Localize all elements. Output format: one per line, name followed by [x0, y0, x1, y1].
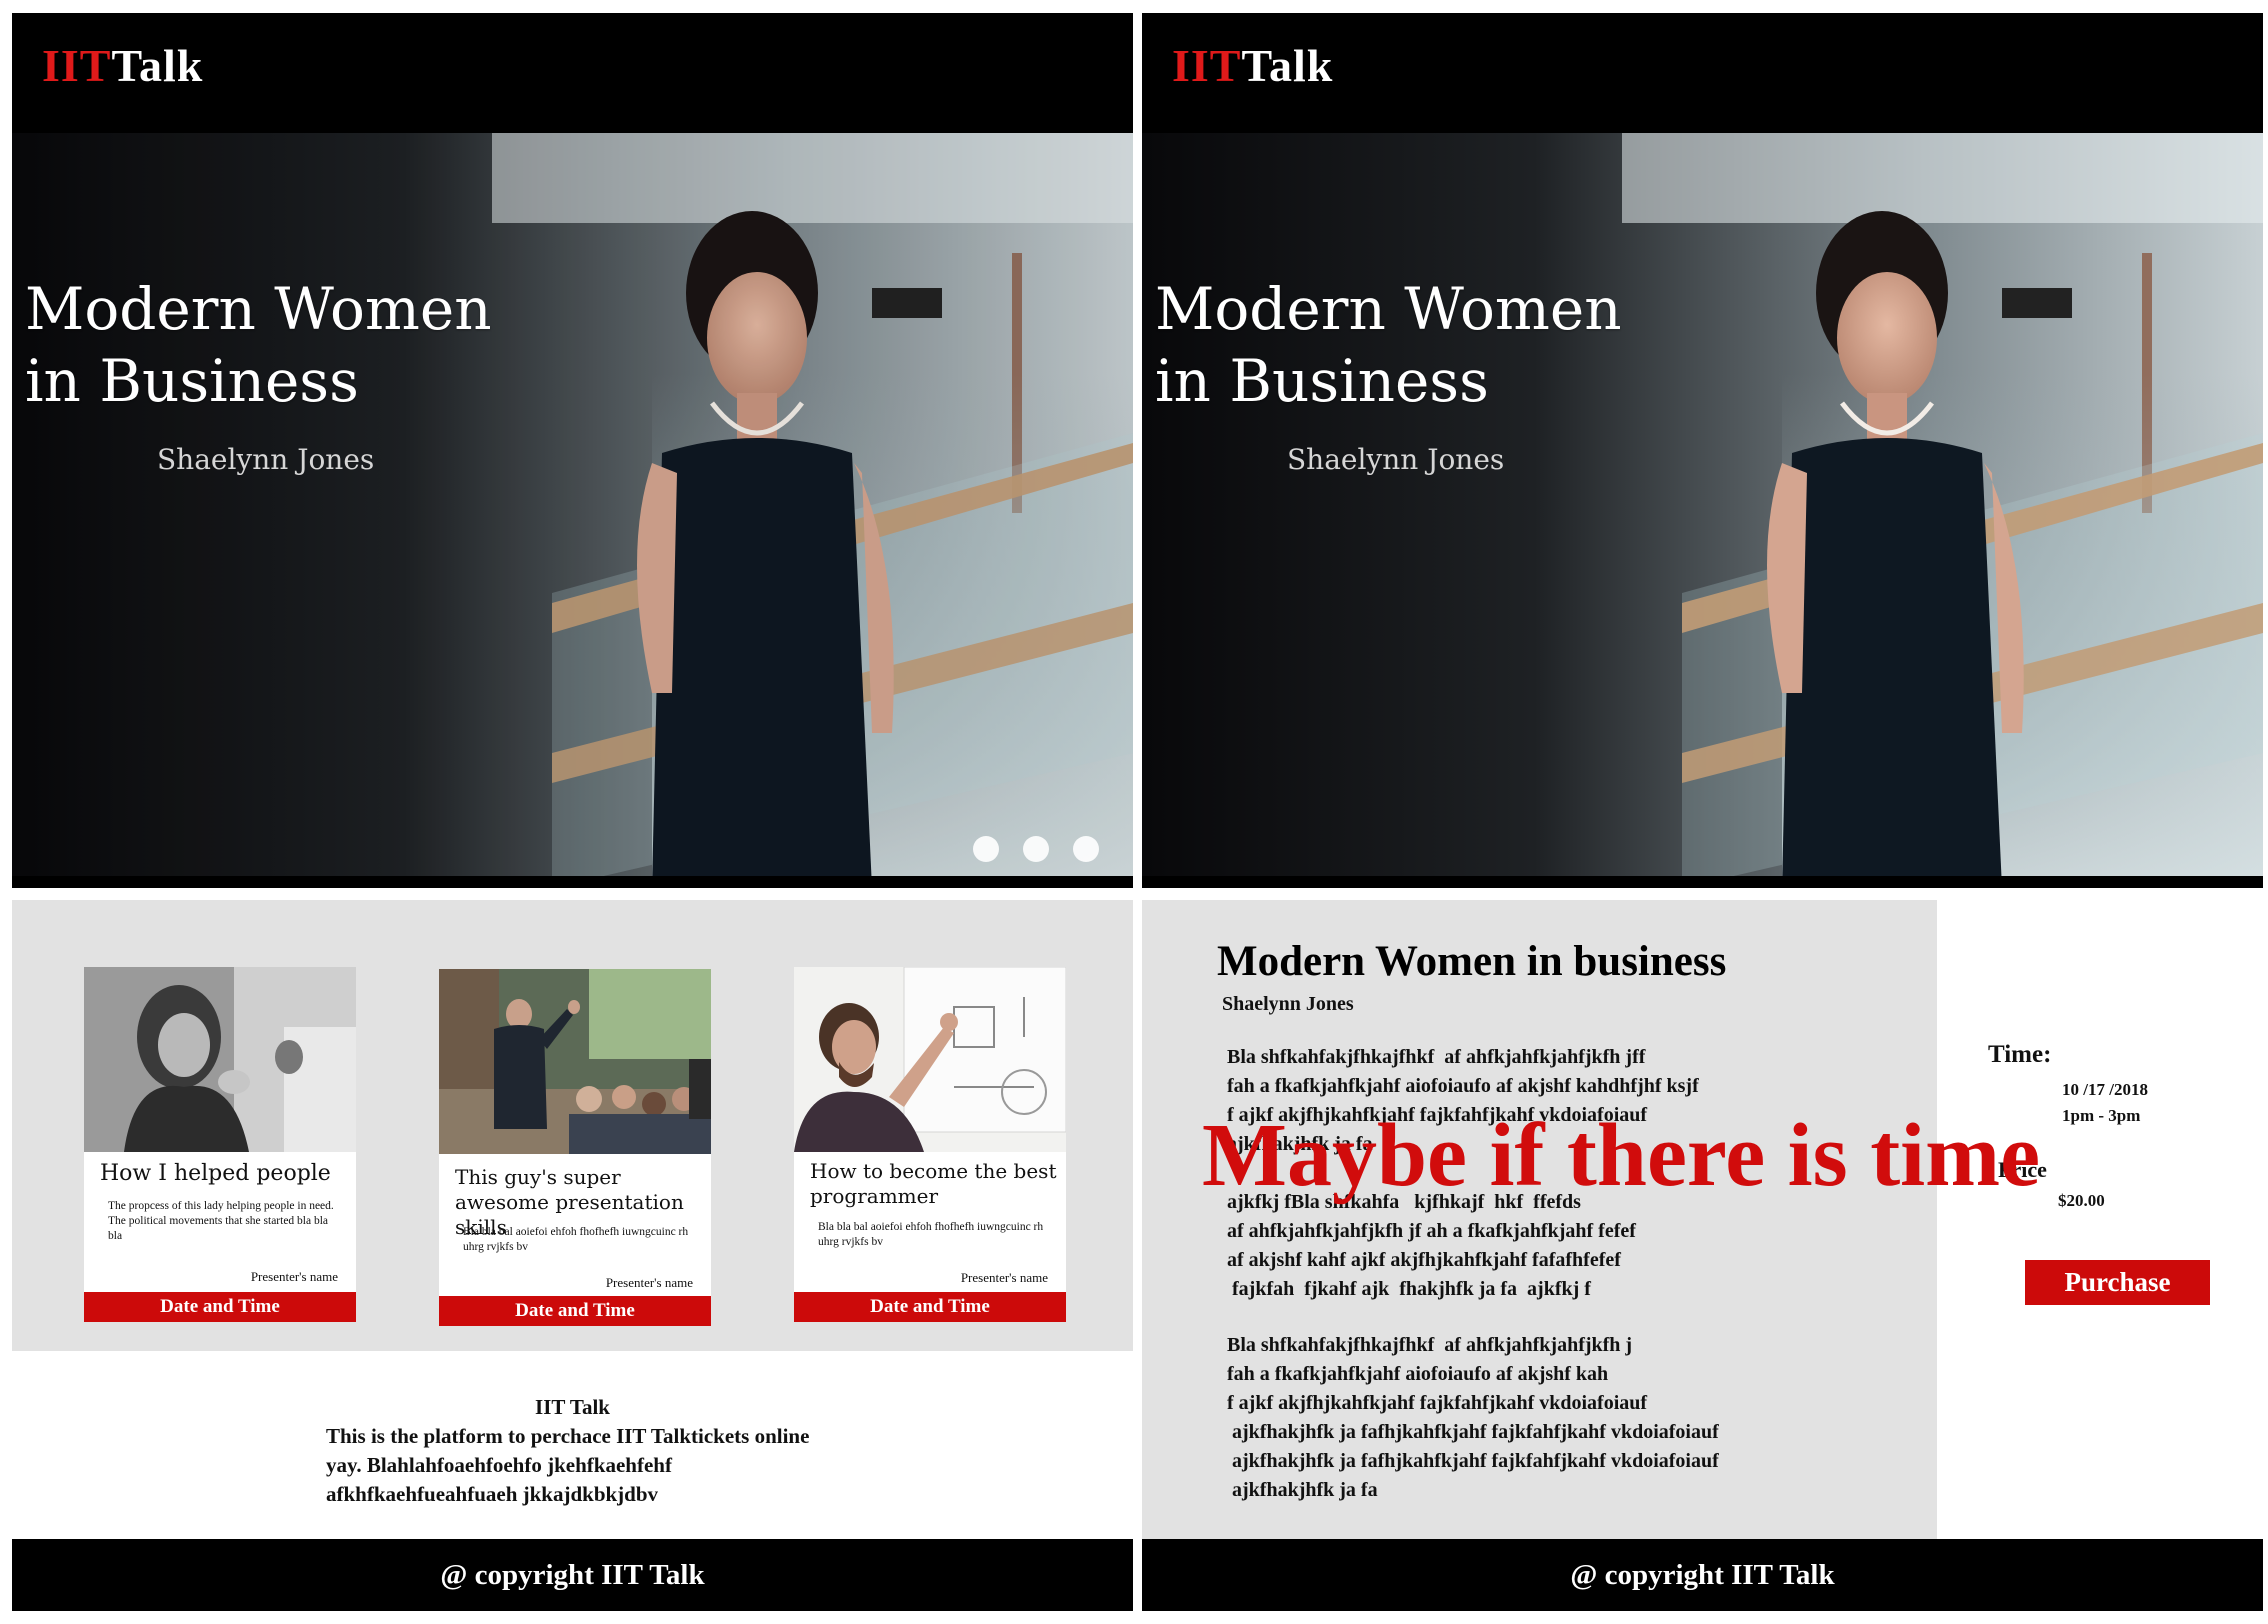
footer-copyright: @ copyright IIT Talk	[440, 1559, 705, 1591]
card-photo-whiteboard	[794, 967, 1066, 1152]
hero-title: Modern Women in Business	[25, 273, 492, 417]
home-page-mockup: IITTalk Modern Women in Business Shaelyn…	[12, 13, 1133, 1611]
hero-banner: Modern Women in Business Shaelynn Jones	[1142, 133, 2263, 888]
description-line: f ajkf akjfhjkahfkjahf fajkfahfjkahf vkd…	[1227, 1392, 1648, 1414]
footer: @ copyright IIT Talk	[12, 1539, 1133, 1611]
hero-divider	[12, 876, 1133, 888]
carousel-dot-2[interactable]	[1023, 836, 1049, 862]
description-line: ajkfhakjhfk ja fafhjkahfkjahf fajkfahfjk…	[1227, 1450, 1719, 1472]
card-presenter: Presenter's name	[605, 1275, 693, 1290]
event-date-time: 10 /17 /2018 1pm - 3pm	[2062, 1077, 2148, 1129]
description-line: fah a fkafkjahfkjahf aiofoiaufo af akjsh…	[1227, 1075, 1699, 1097]
annotation-overlay-text: Maybe if there is time	[1202, 1106, 2041, 1205]
talk-cards-section: How I helped people The propcess of this…	[12, 900, 1133, 1351]
about-section: IIT Talk This is the platform to perchac…	[12, 1393, 1133, 1509]
event-time-range: 1pm - 3pm	[2062, 1106, 2141, 1125]
hero-title-line-1: Modern Women	[25, 275, 492, 343]
description-line: ajkfhakjhfk ja fa	[1227, 1479, 1378, 1501]
top-navbar: IITTalk	[12, 13, 1133, 133]
hero-carousel[interactable]: Modern Women in Business Shaelynn Jones	[12, 133, 1133, 888]
card-date-button[interactable]: Date and Time	[439, 1296, 711, 1326]
hero-title-line-2: in Business	[25, 347, 359, 415]
logo-iit: IIT	[42, 40, 112, 91]
time-label: Time:	[1988, 1041, 2052, 1068]
card-date-button[interactable]: Date and Time	[84, 1292, 356, 1322]
event-date: 10 /17 /2018	[2062, 1080, 2148, 1099]
description-line: Bla shfkahfakjfhkajfhkf af ahfkjahfkjahf…	[1227, 1046, 1646, 1068]
description-line: Bla shfkahfakjfhkajfhkf af ahfkjahfkjahf…	[1227, 1334, 1633, 1356]
card-description: Bla bla bal aoiefoi ehfoh fhofhefh iuwng…	[463, 1226, 689, 1253]
event-description-paragraph-2: Bla shfkahfakjfhkajfhkf af ahfkjahfkjahf…	[1227, 1331, 1847, 1505]
card-title[interactable]: How I helped people	[100, 1161, 350, 1187]
price-value: $20.00	[2058, 1191, 2105, 1210]
talk-card[interactable]: How to become the best programmer Bla bl…	[794, 967, 1066, 1322]
card-title[interactable]: How to become the best programmer	[810, 1159, 1060, 1209]
hero-title: Modern Women in Business	[1155, 273, 1622, 417]
hero-speaker-name: Shaelynn Jones	[157, 443, 375, 476]
card-photo-presenter	[439, 969, 711, 1154]
description-line: af akjshf kahf ajkf akjfhjkahfkjahf fafa…	[1227, 1249, 1621, 1271]
logo-talk: Talk	[111, 40, 204, 91]
carousel-dots	[973, 836, 1099, 862]
site-logo[interactable]: IITTalk	[42, 43, 203, 89]
card-description: Bla bla bal aoiefoi ehfoh fhofhefh iuwng…	[818, 1221, 1044, 1248]
top-navbar: IITTalk	[1142, 13, 2263, 133]
talk-card[interactable]: This guy's super awesome presentation sk…	[439, 969, 711, 1326]
description-line: af ahfkjahfkjahfjkfh jf ah a fkafkjahfkj…	[1227, 1220, 1636, 1242]
hero-photo	[12, 133, 1133, 888]
event-title: Modern Women in business	[1217, 938, 1727, 985]
hero-title-line-1: Modern Women	[1155, 275, 1622, 343]
talk-card[interactable]: How I helped people The propcess of this…	[84, 967, 356, 1322]
purchase-button[interactable]: Purchase	[2025, 1260, 2210, 1305]
card-presenter: Presenter's name	[250, 1269, 338, 1284]
hero-photo	[1142, 133, 2263, 888]
about-title: IIT Talk	[535, 1395, 610, 1419]
logo-iit: IIT	[1172, 40, 1242, 91]
footer-copyright: @ copyright IIT Talk	[1570, 1559, 1835, 1591]
description-line: fah a fkafkjahfkjahf aiofoiaufo af akjsh…	[1227, 1363, 1609, 1385]
carousel-dot-1[interactable]	[973, 836, 999, 862]
card-photo-woman-hijab	[84, 967, 356, 1152]
event-detail-mockup: IITTalk Modern Women in Business Shaelyn…	[1142, 13, 2263, 1611]
description-line: ajkfhakjhfk ja fafhjkahfkjahf fajkfahfjk…	[1227, 1421, 1719, 1443]
card-presenter: Presenter's name	[960, 1270, 1048, 1285]
hero-divider	[1142, 876, 2263, 888]
card-date-button[interactable]: Date and Time	[794, 1292, 1066, 1322]
carousel-dot-3[interactable]	[1073, 836, 1099, 862]
footer: @ copyright IIT Talk	[1142, 1539, 2263, 1611]
event-presenter: Shaelynn Jones	[1222, 993, 1354, 1015]
logo-talk: Talk	[1241, 40, 1334, 91]
hero-speaker-name: Shaelynn Jones	[1287, 443, 1505, 476]
hero-title-line-2: in Business	[1155, 347, 1489, 415]
description-line: fajkfah fjkahf ajk fhakjhfk ja fa ajkfkj…	[1227, 1278, 1591, 1300]
site-logo[interactable]: IITTalk	[1172, 43, 1333, 89]
card-description: The propcess of this lady helping people…	[108, 1200, 334, 1242]
about-body: This is the platform to perchace IIT Tal…	[326, 1424, 810, 1506]
